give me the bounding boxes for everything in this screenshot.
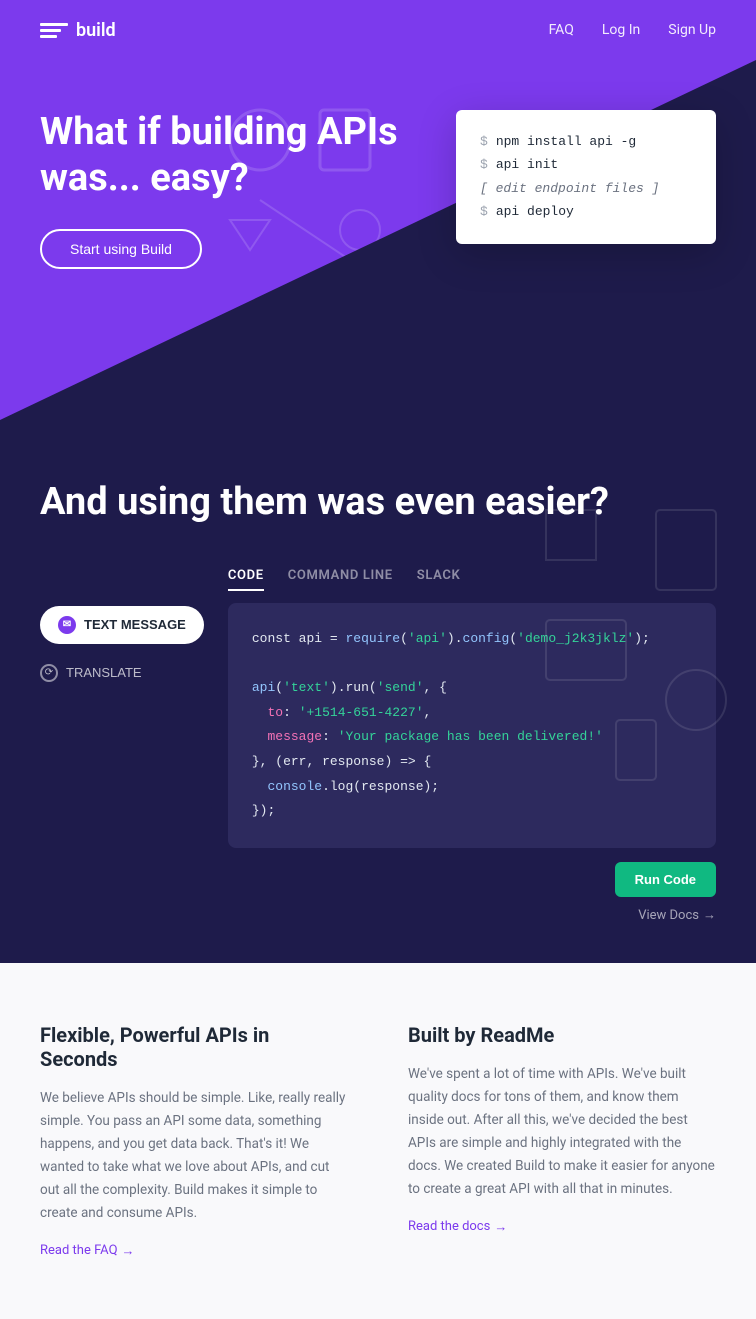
- tab-code[interactable]: CODE: [228, 562, 264, 591]
- translate-icon: ⟳: [40, 664, 58, 682]
- nav-faq[interactable]: FAQ: [549, 22, 574, 38]
- message-icon: ✉: [58, 616, 76, 634]
- code-send-str: 'send': [377, 680, 424, 695]
- code-text-arg: (: [275, 680, 283, 695]
- col1-text: We believe APIs should be simple. Like, …: [40, 1087, 348, 1225]
- code-phone: '+1514-651-4227': [299, 705, 424, 720]
- code-msg-key: message: [267, 729, 322, 744]
- hero-code-card: $ npm install api -g $ api init [ edit e…: [456, 110, 716, 244]
- code-cb: }, (err, response) => {: [252, 754, 431, 769]
- code-comma1: ,: [424, 705, 432, 720]
- code-console: console: [267, 779, 322, 794]
- tab-slack[interactable]: SLACK: [417, 562, 461, 591]
- code-text-str: 'text': [283, 680, 330, 695]
- code-indent2: [252, 729, 268, 744]
- code-config: config: [463, 631, 510, 646]
- code-colon2: :: [322, 729, 338, 744]
- code-send-comma: , {: [424, 680, 447, 695]
- code-line-4: $ api deploy: [480, 200, 692, 223]
- col2-text: We've spent a lot of time with APIs. We'…: [408, 1063, 716, 1201]
- nav-login[interactable]: Log In: [602, 22, 640, 38]
- logo[interactable]: build: [40, 19, 116, 41]
- hero-text: What if building APIs was... easy? Start…: [40, 110, 416, 269]
- cmd-2: api init: [496, 153, 558, 176]
- logo-line-1: [40, 23, 68, 26]
- code-line-end: });: [252, 799, 692, 824]
- col2-read-link[interactable]: Read the docs →: [408, 1219, 716, 1235]
- nav-signup[interactable]: Sign Up: [668, 22, 716, 38]
- cmd-1: npm install api -g: [496, 130, 636, 153]
- bottom-col-2: Built by ReadMe We've spent a lot of tim…: [408, 1023, 716, 1259]
- text-message-button[interactable]: ✉ TEXT MESSAGE: [40, 606, 204, 644]
- dollar-3: $: [480, 200, 488, 223]
- hero-section: What if building APIs was... easy? Start…: [0, 60, 756, 420]
- hero-cta-button[interactable]: Start using Build: [40, 229, 202, 269]
- cmd-3: api deploy: [496, 200, 574, 223]
- code-to-key: to: [267, 705, 283, 720]
- hero-title: What if building APIs was... easy?: [40, 110, 416, 201]
- hero-content: What if building APIs was... easy? Start…: [40, 110, 716, 269]
- logo-icon: [40, 19, 68, 41]
- col1-link-arrow: →: [122, 1243, 135, 1259]
- bottom-section: Flexible, Powerful APIs in Seconds We be…: [0, 963, 756, 1319]
- bracket-1: [ edit endpoint files ]: [480, 177, 659, 200]
- code-paren: (: [400, 631, 408, 646]
- code-indent1: [252, 705, 268, 720]
- code-dot: ).: [447, 631, 463, 646]
- code-end: });: [252, 803, 275, 818]
- view-docs-arrow: →: [703, 907, 716, 923]
- code-run: ).run(: [330, 680, 377, 695]
- code-line-1: $ npm install api -g: [480, 130, 692, 153]
- logo-text: build: [76, 20, 116, 41]
- code-indent3: [252, 779, 268, 794]
- col2-link-arrow: →: [494, 1219, 507, 1235]
- nav-links: FAQ Log In Sign Up: [549, 22, 716, 38]
- logo-line-2: [40, 29, 61, 32]
- translate-button[interactable]: ⟳ TRANSLATE: [40, 656, 204, 690]
- text-message-label: TEXT MESSAGE: [84, 617, 186, 632]
- logo-line-3: [40, 35, 57, 38]
- col1-link-label: Read the FAQ: [40, 1243, 118, 1258]
- middle-section: And using them was even easier? ✉ TEXT M…: [0, 420, 756, 963]
- navbar: build FAQ Log In Sign Up: [0, 0, 756, 60]
- col1-title: Flexible, Powerful APIs in Seconds: [40, 1023, 348, 1071]
- code-line-2: $ api init: [480, 153, 692, 176]
- col2-link-label: Read the docs: [408, 1219, 490, 1234]
- dollar-1: $: [480, 130, 488, 153]
- code-line-3: [ edit endpoint files ]: [480, 177, 692, 200]
- code-colon1: :: [283, 705, 299, 720]
- middle-bg-deco: [536, 500, 736, 800]
- view-docs-row: View Docs →: [228, 907, 716, 923]
- code-const: const api =: [252, 631, 346, 646]
- translate-label: TRANSLATE: [66, 665, 142, 680]
- code-require: require: [345, 631, 400, 646]
- code-log: .log(response);: [322, 779, 439, 794]
- code-str1: 'api': [408, 631, 447, 646]
- tab-command-line[interactable]: COMMAND LINE: [288, 562, 393, 591]
- view-docs-link[interactable]: View Docs →: [638, 907, 716, 923]
- dollar-2: $: [480, 153, 488, 176]
- sidebar-buttons: ✉ TEXT MESSAGE ⟳ TRANSLATE: [40, 562, 204, 924]
- code-api-fn: api: [252, 680, 275, 695]
- col1-read-link[interactable]: Read the FAQ →: [40, 1243, 348, 1259]
- code-paren2: (: [509, 631, 517, 646]
- bottom-col-1: Flexible, Powerful APIs in Seconds We be…: [40, 1023, 348, 1259]
- run-code-button[interactable]: Run Code: [615, 862, 716, 897]
- col2-title: Built by ReadMe: [408, 1023, 716, 1047]
- run-btn-row: Run Code: [228, 862, 716, 897]
- view-docs-label: View Docs: [638, 908, 699, 923]
